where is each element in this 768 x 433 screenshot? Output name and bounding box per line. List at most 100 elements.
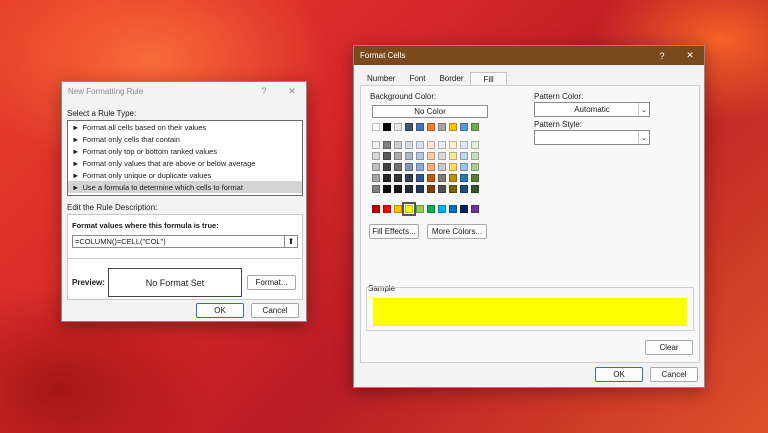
color-swatch[interactable] bbox=[394, 185, 402, 193]
color-swatch[interactable] bbox=[416, 141, 424, 149]
pattern-style-select[interactable]: ⌄ bbox=[534, 130, 650, 145]
color-swatch[interactable] bbox=[427, 174, 435, 182]
tab-font[interactable]: Font bbox=[402, 72, 432, 85]
rule-type-item-selected[interactable]: ► Use a formula to determine which cells … bbox=[68, 181, 302, 193]
color-swatch[interactable] bbox=[394, 205, 402, 213]
color-swatch[interactable] bbox=[438, 174, 446, 182]
color-swatch[interactable] bbox=[449, 141, 457, 149]
color-swatch[interactable] bbox=[416, 205, 424, 213]
color-swatch[interactable] bbox=[471, 123, 479, 131]
color-swatch[interactable] bbox=[405, 141, 413, 149]
color-swatch[interactable] bbox=[427, 185, 435, 193]
collapse-dialog-icon[interactable]: ⬆ bbox=[284, 236, 297, 247]
color-swatch[interactable] bbox=[449, 174, 457, 182]
color-swatch[interactable] bbox=[402, 202, 416, 216]
clear-button[interactable]: Clear bbox=[645, 340, 693, 355]
color-swatch[interactable] bbox=[383, 174, 391, 182]
color-swatch[interactable] bbox=[383, 152, 391, 160]
color-swatch[interactable] bbox=[416, 152, 424, 160]
color-swatch[interactable] bbox=[372, 141, 380, 149]
color-swatch[interactable] bbox=[427, 123, 435, 131]
pattern-color-select[interactable]: Automatic ⌄ bbox=[534, 102, 650, 117]
color-swatch[interactable] bbox=[438, 205, 446, 213]
color-swatch[interactable] bbox=[427, 152, 435, 160]
color-swatch[interactable] bbox=[405, 185, 413, 193]
color-swatch[interactable] bbox=[416, 185, 424, 193]
no-color-button[interactable]: No Color bbox=[372, 105, 488, 118]
close-button[interactable]: ✕ bbox=[676, 50, 704, 61]
color-swatch[interactable] bbox=[416, 174, 424, 182]
more-colors-button[interactable]: More Colors... bbox=[427, 224, 487, 239]
color-swatch[interactable] bbox=[372, 205, 380, 213]
tab-number[interactable]: Number bbox=[360, 72, 402, 85]
color-swatch[interactable] bbox=[460, 123, 468, 131]
color-swatch[interactable] bbox=[372, 174, 380, 182]
color-swatch[interactable] bbox=[405, 174, 413, 182]
color-swatch[interactable] bbox=[383, 123, 391, 131]
color-swatch[interactable] bbox=[449, 205, 457, 213]
color-swatch[interactable] bbox=[449, 185, 457, 193]
ok-button[interactable]: OK bbox=[595, 367, 643, 382]
color-swatch[interactable] bbox=[372, 123, 380, 131]
color-swatch[interactable] bbox=[438, 163, 446, 171]
color-swatch[interactable] bbox=[460, 163, 468, 171]
color-swatch[interactable] bbox=[394, 123, 402, 131]
color-swatch[interactable] bbox=[405, 163, 413, 171]
color-swatch[interactable] bbox=[383, 205, 391, 213]
rule-type-item[interactable]: ► Format all cells based on their values bbox=[68, 121, 302, 133]
rule-type-item[interactable]: ► Format only values that are above or be… bbox=[68, 157, 302, 169]
help-button[interactable]: ? bbox=[648, 51, 676, 61]
color-swatch[interactable] bbox=[427, 205, 435, 213]
color-swatch[interactable] bbox=[394, 141, 402, 149]
color-swatch[interactable] bbox=[383, 141, 391, 149]
color-swatch[interactable] bbox=[471, 152, 479, 160]
color-swatch[interactable] bbox=[438, 141, 446, 149]
color-swatch[interactable] bbox=[471, 174, 479, 182]
color-swatch[interactable] bbox=[471, 141, 479, 149]
rule-type-item[interactable]: ► Format only unique or duplicate values bbox=[68, 169, 302, 181]
dialog-title: New Formatting Rule bbox=[68, 86, 144, 96]
color-swatch[interactable] bbox=[438, 123, 446, 131]
color-swatch[interactable] bbox=[427, 163, 435, 171]
cancel-button[interactable]: Cancel bbox=[251, 303, 299, 318]
color-swatch[interactable] bbox=[460, 205, 468, 213]
rule-type-item[interactable]: ► Format only cells that contain bbox=[68, 133, 302, 145]
cancel-button[interactable]: Cancel bbox=[650, 367, 698, 382]
title-bar[interactable]: New Formatting Rule ? ✕ bbox=[62, 82, 306, 100]
formula-input[interactable]: =COLUMN()=CELL("COL") ⬆ bbox=[72, 235, 298, 248]
color-swatch[interactable] bbox=[372, 185, 380, 193]
color-swatch[interactable] bbox=[460, 141, 468, 149]
color-swatch[interactable] bbox=[460, 152, 468, 160]
color-swatch[interactable] bbox=[449, 123, 457, 131]
color-swatch[interactable] bbox=[394, 174, 402, 182]
title-bar[interactable]: Format Cells ? ✕ bbox=[354, 46, 704, 65]
color-swatch[interactable] bbox=[471, 185, 479, 193]
color-swatch[interactable] bbox=[394, 163, 402, 171]
color-swatch[interactable] bbox=[460, 185, 468, 193]
close-button[interactable]: ✕ bbox=[278, 86, 306, 97]
color-swatch[interactable] bbox=[449, 163, 457, 171]
color-swatch[interactable] bbox=[471, 205, 479, 213]
color-swatch[interactable] bbox=[471, 163, 479, 171]
rule-type-item[interactable]: ► Format only top or bottom ranked values bbox=[68, 145, 302, 157]
color-swatch[interactable] bbox=[394, 152, 402, 160]
color-swatch[interactable] bbox=[438, 152, 446, 160]
color-swatch[interactable] bbox=[372, 152, 380, 160]
help-button[interactable]: ? bbox=[250, 86, 278, 96]
tab-border[interactable]: Border bbox=[432, 72, 470, 85]
fill-effects-button[interactable]: Fill Effects... bbox=[369, 224, 419, 239]
color-swatch[interactable] bbox=[383, 163, 391, 171]
ok-button[interactable]: OK bbox=[196, 303, 244, 318]
color-swatch[interactable] bbox=[383, 185, 391, 193]
color-swatch[interactable] bbox=[438, 185, 446, 193]
color-swatch[interactable] bbox=[427, 141, 435, 149]
color-swatch[interactable] bbox=[405, 123, 413, 131]
tab-fill[interactable]: Fill bbox=[470, 72, 507, 85]
color-swatch[interactable] bbox=[460, 174, 468, 182]
color-swatch[interactable] bbox=[372, 163, 380, 171]
color-swatch[interactable] bbox=[416, 123, 424, 131]
color-swatch[interactable] bbox=[449, 152, 457, 160]
color-swatch[interactable] bbox=[416, 163, 424, 171]
color-swatch[interactable] bbox=[405, 152, 413, 160]
format-button[interactable]: Format... bbox=[247, 275, 296, 290]
